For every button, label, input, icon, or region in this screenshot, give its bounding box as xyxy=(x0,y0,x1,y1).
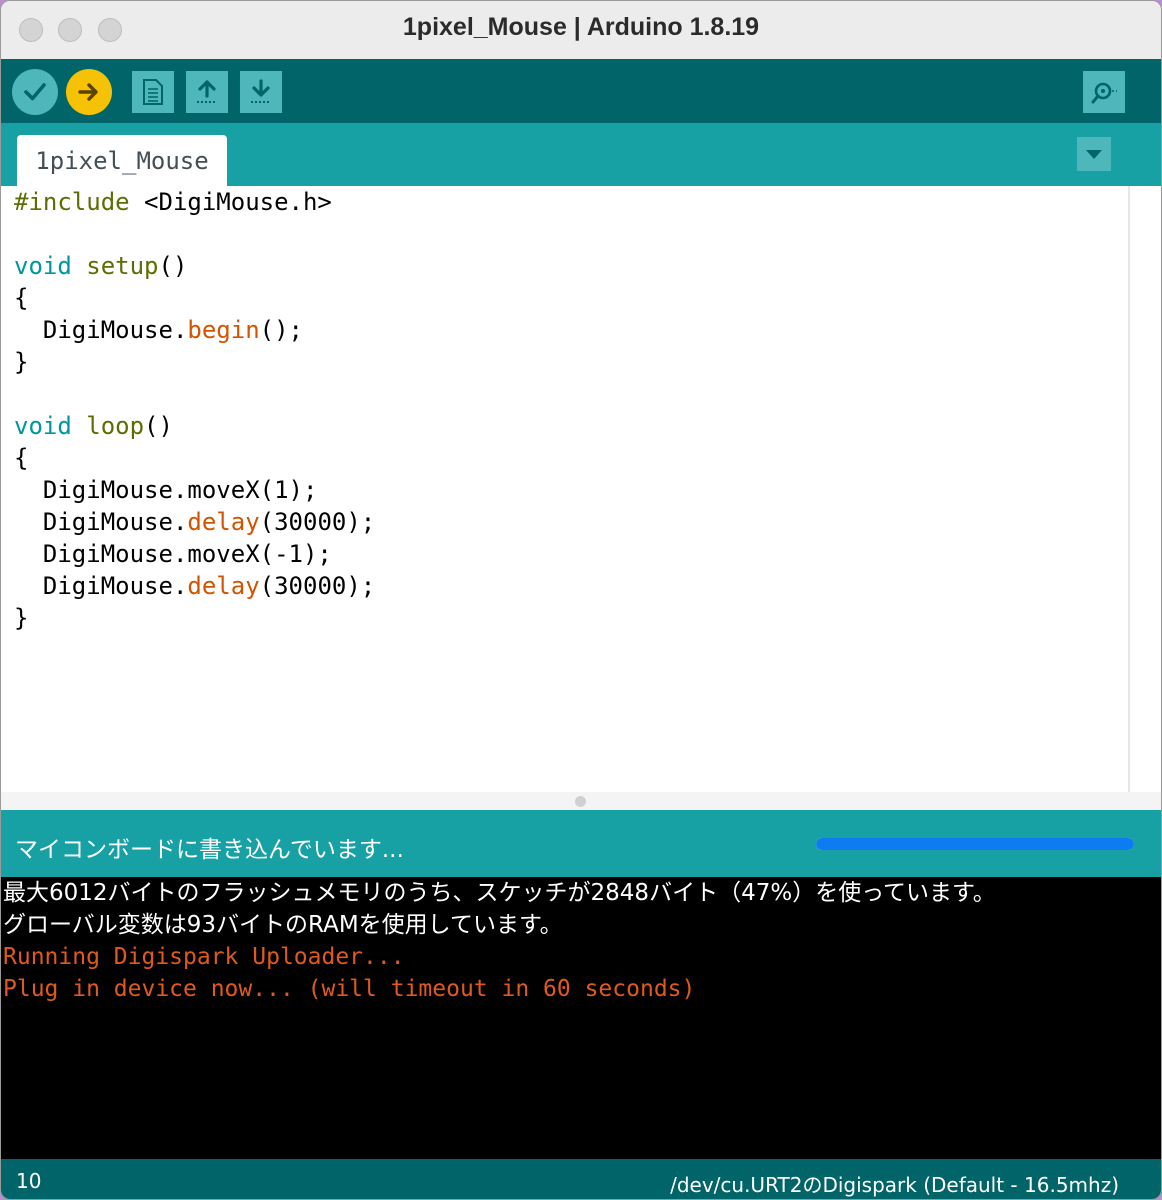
upload-progress-bar xyxy=(816,838,1134,850)
code-line: DigiMouse.begin(); xyxy=(14,316,303,344)
code-line: DigiMouse.moveX(1); xyxy=(14,476,318,504)
code-line: } xyxy=(14,604,29,632)
code-line: DigiMouse.moveX(-1); xyxy=(14,540,332,568)
status-message: マイコンボードに書き込んでいます... xyxy=(15,837,404,863)
code-editor[interactable]: #include <DigiMouse.h> void setup() { Di… xyxy=(1,186,1161,792)
footer-bar: 10 /dev/cu.URT2のDigispark (Default - 16.… xyxy=(1,1159,1161,1199)
tab-1pixel-mouse[interactable]: 1pixel_Mouse xyxy=(17,135,227,186)
verify-button[interactable] xyxy=(12,69,58,115)
title-bar: 1pixel_Mouse | Arduino 1.8.19 xyxy=(1,1,1161,60)
arrow-right-icon xyxy=(78,83,98,101)
toolbar xyxy=(1,59,1161,123)
open-arrow-up-icon xyxy=(197,80,217,103)
code-area[interactable]: #include <DigiMouse.h> void setup() { Di… xyxy=(14,186,375,634)
new-file-icon xyxy=(143,79,163,105)
code-line: { xyxy=(14,284,29,312)
board-port-info: /dev/cu.URT2のDigispark (Default - 16.5mh… xyxy=(670,1173,1119,1197)
tab-strip: 1pixel_Mouse xyxy=(1,123,1161,186)
code-line: DigiMouse.delay(30000); xyxy=(14,572,376,600)
progress-fill xyxy=(816,838,1134,850)
chevron-down-icon xyxy=(1086,150,1102,159)
upload-button[interactable] xyxy=(66,69,112,115)
console-line: Plug in device now... (will timeout in 6… xyxy=(3,976,696,1002)
save-arrow-down-icon xyxy=(251,79,271,103)
editor-scrollbar[interactable] xyxy=(1128,186,1130,792)
save-sketch-button[interactable] xyxy=(240,71,282,113)
console-line: グローバル変数は93バイトのRAMを使用しています。 xyxy=(3,912,563,938)
tab-menu-button[interactable] xyxy=(1077,137,1111,171)
console-line: 最大6012バイトのフラッシュメモリのうち、スケッチが2848バイト（47%）を… xyxy=(3,880,996,906)
code-line: void setup() xyxy=(14,252,188,280)
code-line: DigiMouse.delay(30000); xyxy=(14,508,376,536)
check-icon xyxy=(24,83,46,101)
pane-divider[interactable] xyxy=(1,792,1161,810)
serial-monitor-button[interactable] xyxy=(1083,71,1125,113)
tab-label: 1pixel_Mouse xyxy=(35,146,209,175)
code-line: { xyxy=(14,444,29,472)
magnifier-icon xyxy=(1091,82,1117,104)
new-sketch-button[interactable] xyxy=(132,71,174,113)
open-sketch-button[interactable] xyxy=(186,71,228,113)
arduino-ide-window: 1pixel_Mouse | Arduino 1.8.19 1pixel_Mou… xyxy=(0,0,1162,1200)
divider-handle[interactable] xyxy=(575,796,586,807)
window-title: 1pixel_Mouse | Arduino 1.8.19 xyxy=(402,13,760,41)
console-output[interactable]: 最大6012バイトのフラッシュメモリのうち、スケッチが2848バイト（47%）を… xyxy=(1,877,1161,1159)
code-line: #include <DigiMouse.h> xyxy=(14,188,332,216)
console-line: Running Digispark Uploader... xyxy=(3,944,405,970)
status-bar: マイコンボードに書き込んでいます... xyxy=(1,810,1161,877)
line-number: 10 xyxy=(16,1169,42,1193)
code-line: } xyxy=(14,348,29,376)
code-line: void loop() xyxy=(14,412,173,440)
